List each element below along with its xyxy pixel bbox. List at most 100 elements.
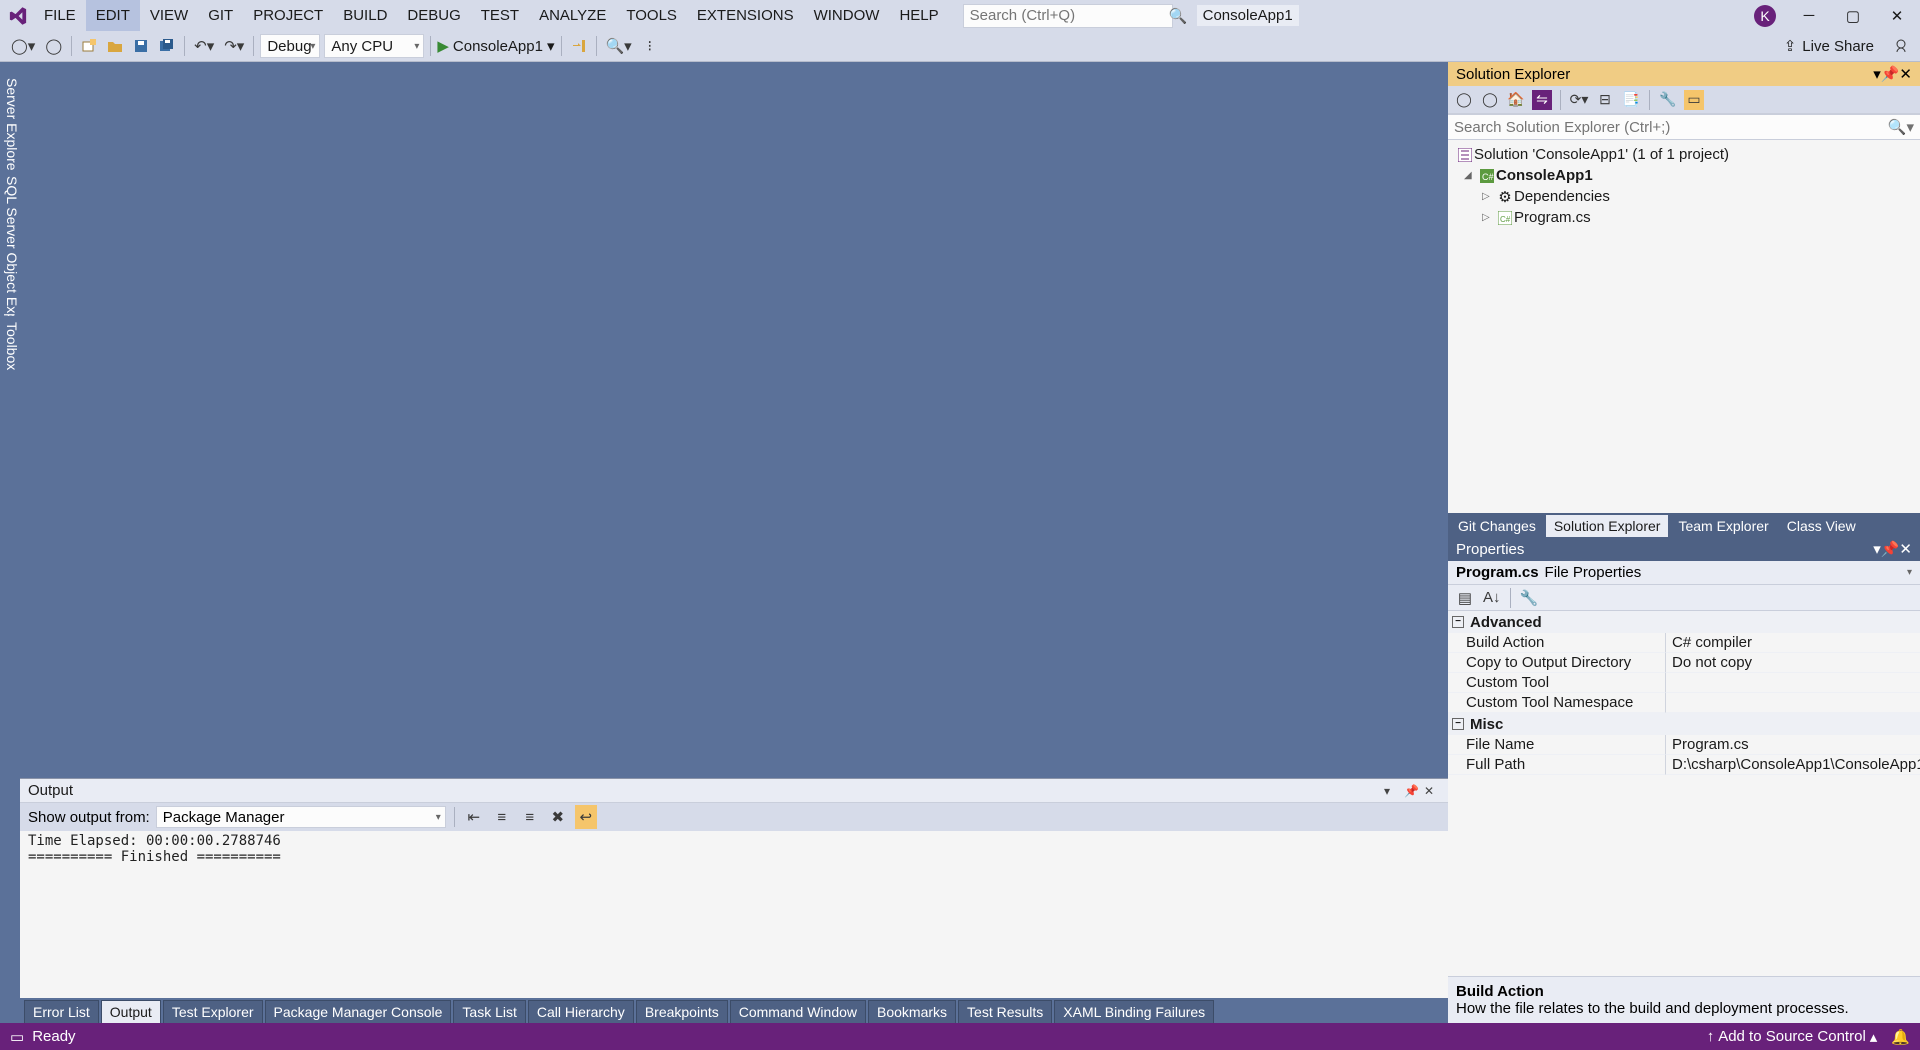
prop-row[interactable]: Build ActionC# compiler [1448, 633, 1920, 653]
prop-row[interactable]: Full PathD:\csharp\ConsoleApp1\ConsoleAp… [1448, 755, 1920, 775]
menu-test[interactable]: TEST [471, 0, 529, 31]
menu-extensions[interactable]: EXTENSIONS [687, 0, 804, 31]
sln-search-input[interactable] [1454, 119, 1888, 136]
bottom-tab-command-window[interactable]: Command Window [730, 1000, 866, 1023]
nav-fwd-button[interactable]: ◯ [42, 34, 65, 58]
minimize-button[interactable]: ─ [1798, 5, 1820, 27]
output-body[interactable]: Time Elapsed: 00:00:00.2788746 =========… [20, 831, 1448, 998]
redo-button[interactable]: ↷▾ [221, 34, 247, 58]
menu-project[interactable]: PROJECT [243, 0, 333, 31]
sln-pin-icon[interactable]: 📌 [1881, 65, 1900, 83]
prop-value[interactable]: Program.cs [1666, 735, 1920, 755]
collapse-box-icon[interactable]: − [1452, 718, 1464, 730]
output-prev-button[interactable]: ≡ [491, 805, 513, 829]
collapse-box-icon[interactable]: − [1452, 616, 1464, 628]
close-button[interactable]: ✕ [1886, 5, 1908, 27]
prop-close-icon[interactable]: ✕ [1899, 540, 1912, 558]
bottom-tab-bookmarks[interactable]: Bookmarks [868, 1000, 956, 1023]
menu-view[interactable]: VIEW [140, 0, 198, 31]
panel-pin-icon[interactable]: 📌 [1404, 784, 1420, 798]
right-tab-team-explorer[interactable]: Team Explorer [1670, 515, 1776, 537]
bottom-tab-breakpoints[interactable]: Breakpoints [636, 1000, 728, 1023]
prop-categorize-button[interactable]: ▤ [1454, 586, 1476, 610]
sln-close-icon[interactable]: ✕ [1899, 65, 1912, 83]
right-tab-git-changes[interactable]: Git Changes [1450, 515, 1544, 537]
menu-git[interactable]: GIT [198, 0, 243, 31]
output-find-button[interactable]: ⇤ [463, 805, 485, 829]
bottom-tab-test-explorer[interactable]: Test Explorer [163, 1000, 263, 1023]
new-project-button[interactable] [78, 34, 100, 58]
sln-preview-icon[interactable]: ▭ [1684, 90, 1704, 110]
right-tab-class-view[interactable]: Class View [1779, 515, 1864, 537]
prop-value[interactable]: Do not copy [1666, 653, 1920, 673]
bottom-tab-error-list[interactable]: Error List [24, 1000, 99, 1023]
platform-combo[interactable]: Any CPU [324, 34, 424, 58]
output-wordwrap-button[interactable]: ↩ [575, 805, 597, 829]
quick-search-input[interactable] [970, 7, 1169, 24]
prop-row[interactable]: File NameProgram.cs [1448, 735, 1920, 755]
server-explorer-tab[interactable]: Server Explorer [2, 72, 22, 181]
menu-tools[interactable]: TOOLS [616, 0, 687, 31]
menu-help[interactable]: HELP [889, 0, 948, 31]
toolbar-overflow[interactable]: ⁝ [639, 34, 661, 58]
account-avatar[interactable]: K [1754, 5, 1776, 27]
notifications-bell[interactable]: 🔔 [1891, 1028, 1910, 1046]
config-combo[interactable]: Debug [260, 34, 320, 58]
prop-value[interactable] [1666, 673, 1920, 693]
open-file-button[interactable] [104, 34, 126, 58]
find-in-files-button[interactable]: 🔍▾ [603, 34, 635, 58]
sln-collapse-icon[interactable]: ⊟ [1595, 90, 1615, 110]
save-button[interactable] [130, 34, 152, 58]
prop-pin-icon[interactable]: 📌 [1881, 540, 1900, 558]
step-button[interactable] [568, 34, 590, 58]
sln-sync-icon[interactable]: ⇋ [1532, 90, 1552, 110]
menu-build[interactable]: BUILD [333, 0, 397, 31]
prop-value[interactable]: C# compiler [1666, 633, 1920, 653]
sln-dropdown-icon[interactable]: ▾ [1873, 65, 1881, 83]
sln-refresh-icon[interactable]: ⟳▾ [1569, 90, 1589, 110]
prop-row[interactable]: Custom Tool [1448, 673, 1920, 693]
menu-analyze[interactable]: ANALYZE [529, 0, 616, 31]
sln-properties-icon[interactable]: 🔧 [1658, 90, 1678, 110]
sln-showall-icon[interactable]: 📑 [1621, 90, 1641, 110]
source-control-button[interactable]: ↑Add to Source Control ▴ [1707, 1028, 1878, 1046]
panel-dropdown-icon[interactable]: ▾ [1384, 784, 1400, 798]
panel-close-icon[interactable]: ✕ [1424, 784, 1440, 798]
expand-icon[interactable]: ▷ [1482, 212, 1496, 223]
sln-back-icon[interactable]: ◯ [1454, 90, 1474, 110]
prop-category[interactable]: −Advanced [1448, 611, 1920, 633]
bottom-tab-package-manager-console[interactable]: Package Manager Console [265, 1000, 452, 1023]
save-all-button[interactable] [156, 34, 178, 58]
collapse-icon[interactable]: ◢ [1464, 170, 1478, 181]
prop-row[interactable]: Copy to Output DirectoryDo not copy [1448, 653, 1920, 673]
undo-button[interactable]: ↶▾ [191, 34, 217, 58]
prop-value[interactable] [1666, 693, 1920, 713]
prop-row[interactable]: Custom Tool Namespace [1448, 693, 1920, 713]
menu-file[interactable]: FILE [34, 0, 86, 31]
prop-alpha-button[interactable]: A↓ [1480, 586, 1504, 610]
prop-dropdown-icon[interactable]: ▾ [1873, 540, 1881, 558]
menu-debug[interactable]: DEBUG [397, 0, 470, 31]
output-clear-button[interactable]: ✖ [547, 805, 569, 829]
nav-back-button[interactable]: ◯▾ [8, 34, 38, 58]
tree-dependencies[interactable]: ▷ ⚙ Dependencies [1448, 186, 1920, 207]
bottom-tab-xaml-binding-failures[interactable]: XAML Binding Failures [1054, 1000, 1214, 1023]
bottom-tab-test-results[interactable]: Test Results [958, 1000, 1052, 1023]
output-next-button[interactable]: ≡ [519, 805, 541, 829]
tree-program-cs[interactable]: ▷ C# Program.cs [1448, 207, 1920, 228]
menu-window[interactable]: WINDOW [804, 0, 890, 31]
sln-home-icon[interactable]: 🏠 [1506, 90, 1526, 110]
tree-solution-root[interactable]: Solution 'ConsoleApp1' (1 of 1 project) [1448, 144, 1920, 165]
live-share-button[interactable]: ⇪ Live Share [1784, 37, 1874, 55]
expand-icon[interactable]: ▷ [1482, 191, 1496, 202]
prop-pages-button[interactable]: 🔧 [1517, 586, 1542, 610]
bottom-tab-task-list[interactable]: Task List [453, 1000, 525, 1023]
bottom-tab-call-hierarchy[interactable]: Call Hierarchy [528, 1000, 634, 1023]
menu-edit[interactable]: EDIT [86, 0, 140, 31]
start-debug-button[interactable]: ▶ConsoleApp1 ▾ [437, 37, 554, 55]
feedback-button[interactable] [1890, 34, 1912, 58]
quick-search[interactable]: 🔍 [963, 4, 1173, 28]
prop-category[interactable]: −Misc [1448, 713, 1920, 735]
prop-value[interactable]: D:\csharp\ConsoleApp1\ConsoleApp1\Progr [1666, 755, 1920, 775]
right-tab-solution-explorer[interactable]: Solution Explorer [1546, 515, 1669, 537]
